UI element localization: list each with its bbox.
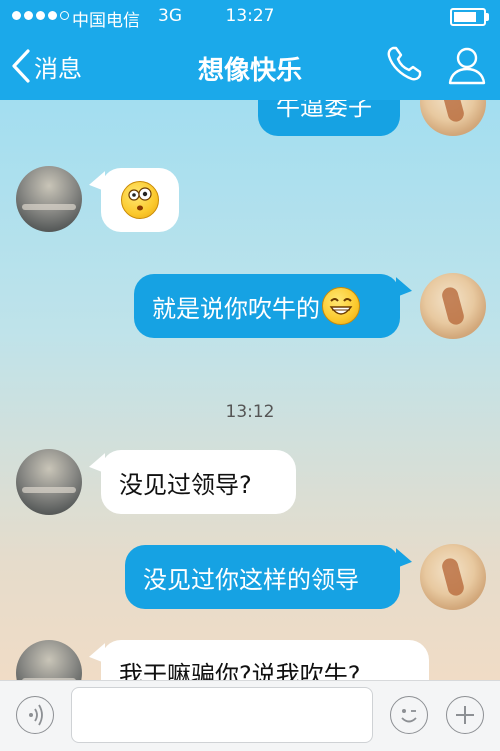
- my-avatar[interactable]: [420, 544, 486, 610]
- message-bubble-outgoing[interactable]: 牛逼娄子: [258, 100, 400, 136]
- plus-icon: [456, 706, 474, 724]
- voice-icon: [29, 704, 43, 726]
- contact-avatar[interactable]: [16, 640, 82, 680]
- chat-area[interactable]: 牛逼娄子 就是说你吹牛的 13:12 没见过领导? 没见过你这样的领导 我干嘛骗…: [0, 100, 500, 680]
- carrier-name: 中国电信: [72, 11, 140, 31]
- battery-icon: [450, 8, 489, 26]
- grin-face-icon: [322, 287, 360, 325]
- input-bar: [0, 680, 500, 751]
- dizzy-face-icon: [121, 181, 159, 219]
- message-text: 没见过你这样的领导: [143, 565, 359, 594]
- message-bubble-incoming[interactable]: 我干嘛骗你?说我吹牛?: [101, 640, 429, 680]
- my-avatar[interactable]: [420, 273, 486, 339]
- voice-input-button[interactable]: [16, 696, 54, 734]
- signal-strength-icon: [12, 11, 69, 20]
- message-text: 就是说你吹牛的: [152, 294, 320, 323]
- message-bubble-outgoing[interactable]: 就是说你吹牛的: [134, 274, 400, 338]
- emoji-button[interactable]: [390, 696, 428, 734]
- message-text: 没见过领导?: [119, 470, 252, 499]
- network-type: 3G: [158, 6, 182, 26]
- message-bubble-outgoing[interactable]: 没见过你这样的领导: [125, 545, 400, 609]
- my-avatar[interactable]: [420, 100, 486, 136]
- phone-icon[interactable]: [384, 44, 424, 84]
- message-bubble-incoming[interactable]: [101, 168, 179, 232]
- profile-icon[interactable]: [446, 44, 488, 86]
- navigation-bar: 消息 想像快乐: [0, 32, 500, 100]
- message-text: 牛逼娄子: [276, 100, 372, 121]
- more-options-button[interactable]: [446, 696, 484, 734]
- smiley-icon: [401, 709, 417, 723]
- back-button[interactable]: 消息: [10, 48, 82, 84]
- status-bar: 中国电信 3G 13:27: [0, 0, 500, 32]
- message-timestamp: 13:12: [225, 402, 275, 422]
- chevron-left-icon: [12, 49, 30, 83]
- message-text: 我干嘛骗你?说我吹牛?: [119, 660, 361, 681]
- message-bubble-incoming[interactable]: 没见过领导?: [101, 450, 296, 514]
- contact-avatar[interactable]: [16, 449, 82, 515]
- message-input[interactable]: [71, 687, 373, 743]
- contact-avatar[interactable]: [16, 166, 82, 232]
- back-label: 消息: [34, 54, 82, 83]
